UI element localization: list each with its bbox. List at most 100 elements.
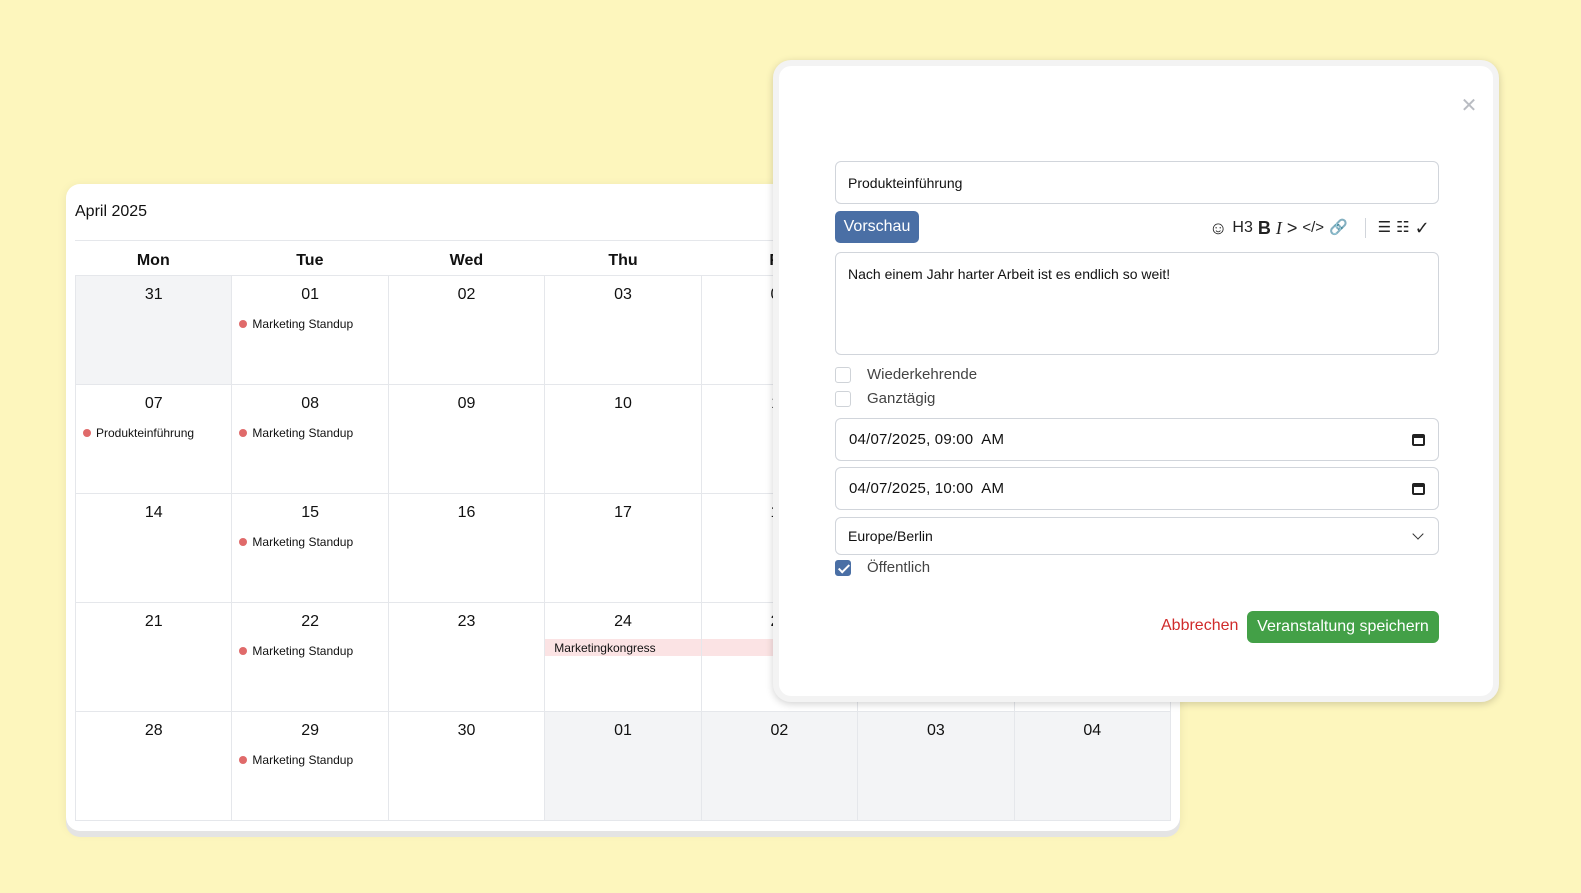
event-title-input[interactable] [835,161,1439,204]
day-cell[interactable]: 16 [388,494,546,603]
public-row[interactable]: Öffentlich [835,559,930,576]
emoji-icon[interactable]: ☺ [1209,216,1227,240]
description-textarea[interactable]: Nach einem Jahr harter Arbeit ist es end… [835,252,1439,355]
ordered-list-icon[interactable]: ☷ [1396,216,1409,240]
day-cell[interactable]: 09 [388,385,546,494]
day-number: 02 [457,286,476,303]
event-dot-icon [239,647,248,655]
save-event-button[interactable]: Veranstaltung speichern [1247,611,1439,643]
day-number: 14 [144,504,163,521]
calendar-icon[interactable] [1412,482,1425,495]
day-cell[interactable]: 03 [545,276,702,385]
event-dot-icon [239,320,248,328]
bold-icon[interactable]: B [1258,216,1271,240]
calendar-event[interactable]: Marketing Standup [239,317,387,331]
day-number: 24 [614,613,632,630]
close-icon[interactable]: ✕ [1459,96,1479,116]
day-cell[interactable]: 04 [1014,712,1171,821]
end-datetime-input[interactable]: 04/07/2025, 10:00 AM [835,467,1439,510]
day-number: 03 [614,286,632,303]
allday-label: Ganztägig [867,390,936,407]
allday-row[interactable]: Ganztägig [835,390,935,407]
toolbar-separator [1364,218,1366,238]
day-cell[interactable]: 23 [388,603,546,712]
day-number: 09 [457,395,476,412]
event-title: Marketing Standup [252,644,354,658]
day-cell[interactable]: 10 [545,385,702,494]
event-dot-icon [239,429,248,437]
day-number: 31 [144,286,163,303]
day-cell[interactable]: 21 [76,603,233,712]
italic-icon[interactable]: I [1276,216,1282,240]
event-dot-icon [239,538,248,546]
day-number: 07 [144,395,163,412]
day-number: 22 [301,613,320,630]
event-title: Produkteinführung [96,426,195,440]
day-number: 01 [301,286,320,303]
recurring-checkbox[interactable] [835,366,851,383]
event-modal: ✕ Vorschau ☺ H3 B I > </> 🔗 ☰ ☷ ✓ Nach e… [773,60,1499,702]
start-datetime-input[interactable]: 04/07/2025, 09:00 AM [835,418,1439,461]
day-number: 17 [614,504,632,521]
day-cell[interactable]: 08 Marketing Standup [232,385,389,494]
link-icon[interactable]: 🔗 [1329,216,1348,240]
day-cell[interactable]: 14 [76,494,233,603]
day-cell[interactable]: 22 Marketing Standup [232,603,389,712]
weekday-label: Mon [136,252,170,269]
quote-icon[interactable]: > [1287,216,1298,240]
day-cell[interactable]: 28 [76,712,233,821]
event-title: Marketing Standup [252,535,354,549]
start-datetime-value: 04/07/2025, 09:00 AM [849,431,1005,448]
public-label: Öffentlich [867,559,931,576]
day-number: 23 [457,613,476,630]
weekday-label: Thu [608,252,638,269]
code-icon[interactable]: </> [1302,216,1324,240]
event-title: Marketing Standup [252,426,354,440]
calendar-event[interactable]: Produkteinführung [83,426,231,440]
day-number: 30 [457,722,476,739]
task-list-icon[interactable]: ✓ [1415,216,1430,240]
public-checkbox[interactable] [835,559,851,576]
bullet-list-icon[interactable]: ☰ [1378,216,1391,240]
day-number: 21 [144,613,163,630]
day-cell[interactable]: 17 [545,494,702,603]
day-number: 01 [614,722,632,739]
calendar-icon[interactable] [1412,433,1425,446]
timezone-value: Europe/Berlin [848,528,933,544]
calendar-event[interactable]: Marketing Standup [239,426,387,440]
day-number: 03 [926,722,945,739]
day-cell[interactable]: 07 Produkteinführung [76,385,233,494]
day-cell[interactable]: 03 [858,712,1015,821]
day-number: 10 [614,395,632,412]
preview-button[interactable]: Vorschau [835,211,919,243]
day-cell[interactable]: 01 [545,712,702,821]
event-title: Marketing Standup [252,753,354,767]
timezone-select[interactable]: Europe/Berlin [835,517,1439,555]
calendar-event[interactable]: Marketing Standup [239,644,387,658]
day-number: 15 [301,504,320,521]
editor-toolbar: ☺ H3 B I > </> 🔗 ☰ ☷ ✓ [1209,216,1435,240]
day-cell[interactable]: 30 [388,712,546,821]
cancel-button[interactable]: Abbrechen [1161,617,1238,635]
chevron-down-icon [1412,528,1424,540]
weekday-label: Wed [449,252,484,269]
day-cell[interactable]: 15 Marketing Standup [232,494,389,603]
day-cell[interactable]: 29 Marketing Standup [232,712,389,821]
calendar-event[interactable]: Marketing Standup [239,753,387,767]
day-number: 04 [1083,722,1102,739]
day-number: 16 [457,504,476,521]
multi-day-event[interactable]: Marketingkongress [545,639,701,656]
day-cell[interactable]: 02 [701,712,859,821]
day-cell[interactable]: 24 Marketingkongress [545,603,702,712]
weekday-label: Tue [296,252,324,269]
heading-icon[interactable]: H3 [1232,216,1252,240]
end-datetime-value: 04/07/2025, 10:00 AM [849,480,1005,497]
day-cell[interactable]: 31 [76,276,233,385]
event-title: Marketing Standup [252,317,354,331]
day-cell[interactable]: 01 Marketing Standup [232,276,389,385]
day-cell[interactable]: 02 [388,276,546,385]
calendar-event[interactable]: Marketing Standup [239,535,387,549]
day-number: 28 [144,722,163,739]
recurring-row[interactable]: Wiederkehrende [835,366,977,383]
allday-checkbox[interactable] [835,390,851,407]
